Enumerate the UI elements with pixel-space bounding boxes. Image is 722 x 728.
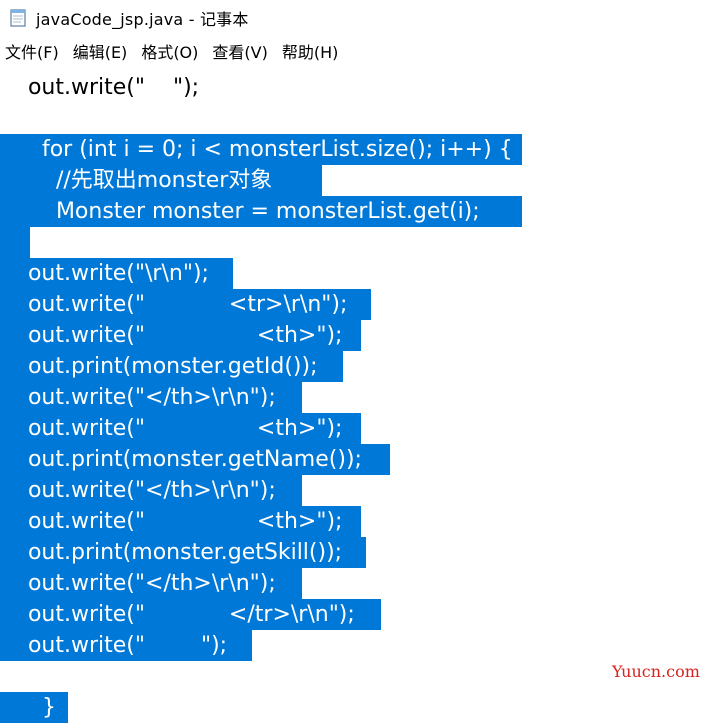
code-line-selected xyxy=(0,227,30,258)
menu-view[interactable]: 查看(V) xyxy=(205,40,274,66)
code-line-selected: out.write("</th>\r\n"); xyxy=(0,382,302,413)
window-title: javaCode_jsp.java - 记事本 xyxy=(36,10,249,29)
code-line-selected: out.write("</th>\r\n"); xyxy=(0,568,302,599)
code-line-selected: out.write(" </tr>\r\n"); xyxy=(0,599,381,630)
code-line-selected: for (int i = 0; i < monsterList.size(); … xyxy=(0,134,522,165)
menu-file[interactable]: 文件(F) xyxy=(0,40,66,66)
code-line-selected: } xyxy=(0,692,68,723)
menu-help[interactable]: 帮助(H) xyxy=(275,40,346,66)
menu-format[interactable]: 格式(O) xyxy=(134,40,205,66)
code-line-selected: out.write("\r\n"); xyxy=(0,258,233,289)
code-line-selected: out.print(monster.getName()); xyxy=(0,444,390,475)
code-line: out.write(" "); xyxy=(0,75,200,100)
menu-edit[interactable]: 编辑(E) xyxy=(66,40,135,66)
code-line-selected: out.write(" <th>"); xyxy=(0,413,361,444)
notepad-icon xyxy=(10,9,26,27)
code-line-selected: out.write(" "); xyxy=(0,630,252,661)
code-line-selected: out.write(" <tr>\r\n"); xyxy=(0,289,371,320)
watermark: Yuucn.com xyxy=(612,662,700,681)
menu-bar: 文件(F) 编辑(E) 格式(O) 查看(V) 帮助(H) xyxy=(0,36,722,71)
code-line-selected: //先取出monster对象 xyxy=(0,165,322,196)
code-line-selected: Monster monster = monsterList.get(i); xyxy=(0,196,522,227)
code-line-selected: out.write(" <th>"); xyxy=(0,320,361,351)
text-editor[interactable]: out.write(" "); for (int i = 0; i < mons… xyxy=(0,70,722,728)
code-line-selected: out.print(monster.getId()); xyxy=(0,351,343,382)
code-line-selected: out.write("</th>\r\n"); xyxy=(0,475,302,506)
code-line-selected: out.print(monster.getSkill()); xyxy=(0,537,366,568)
title-bar: javaCode_jsp.java - 记事本 xyxy=(0,0,722,36)
code-line-selected: out.write(" <th>"); xyxy=(0,506,361,537)
